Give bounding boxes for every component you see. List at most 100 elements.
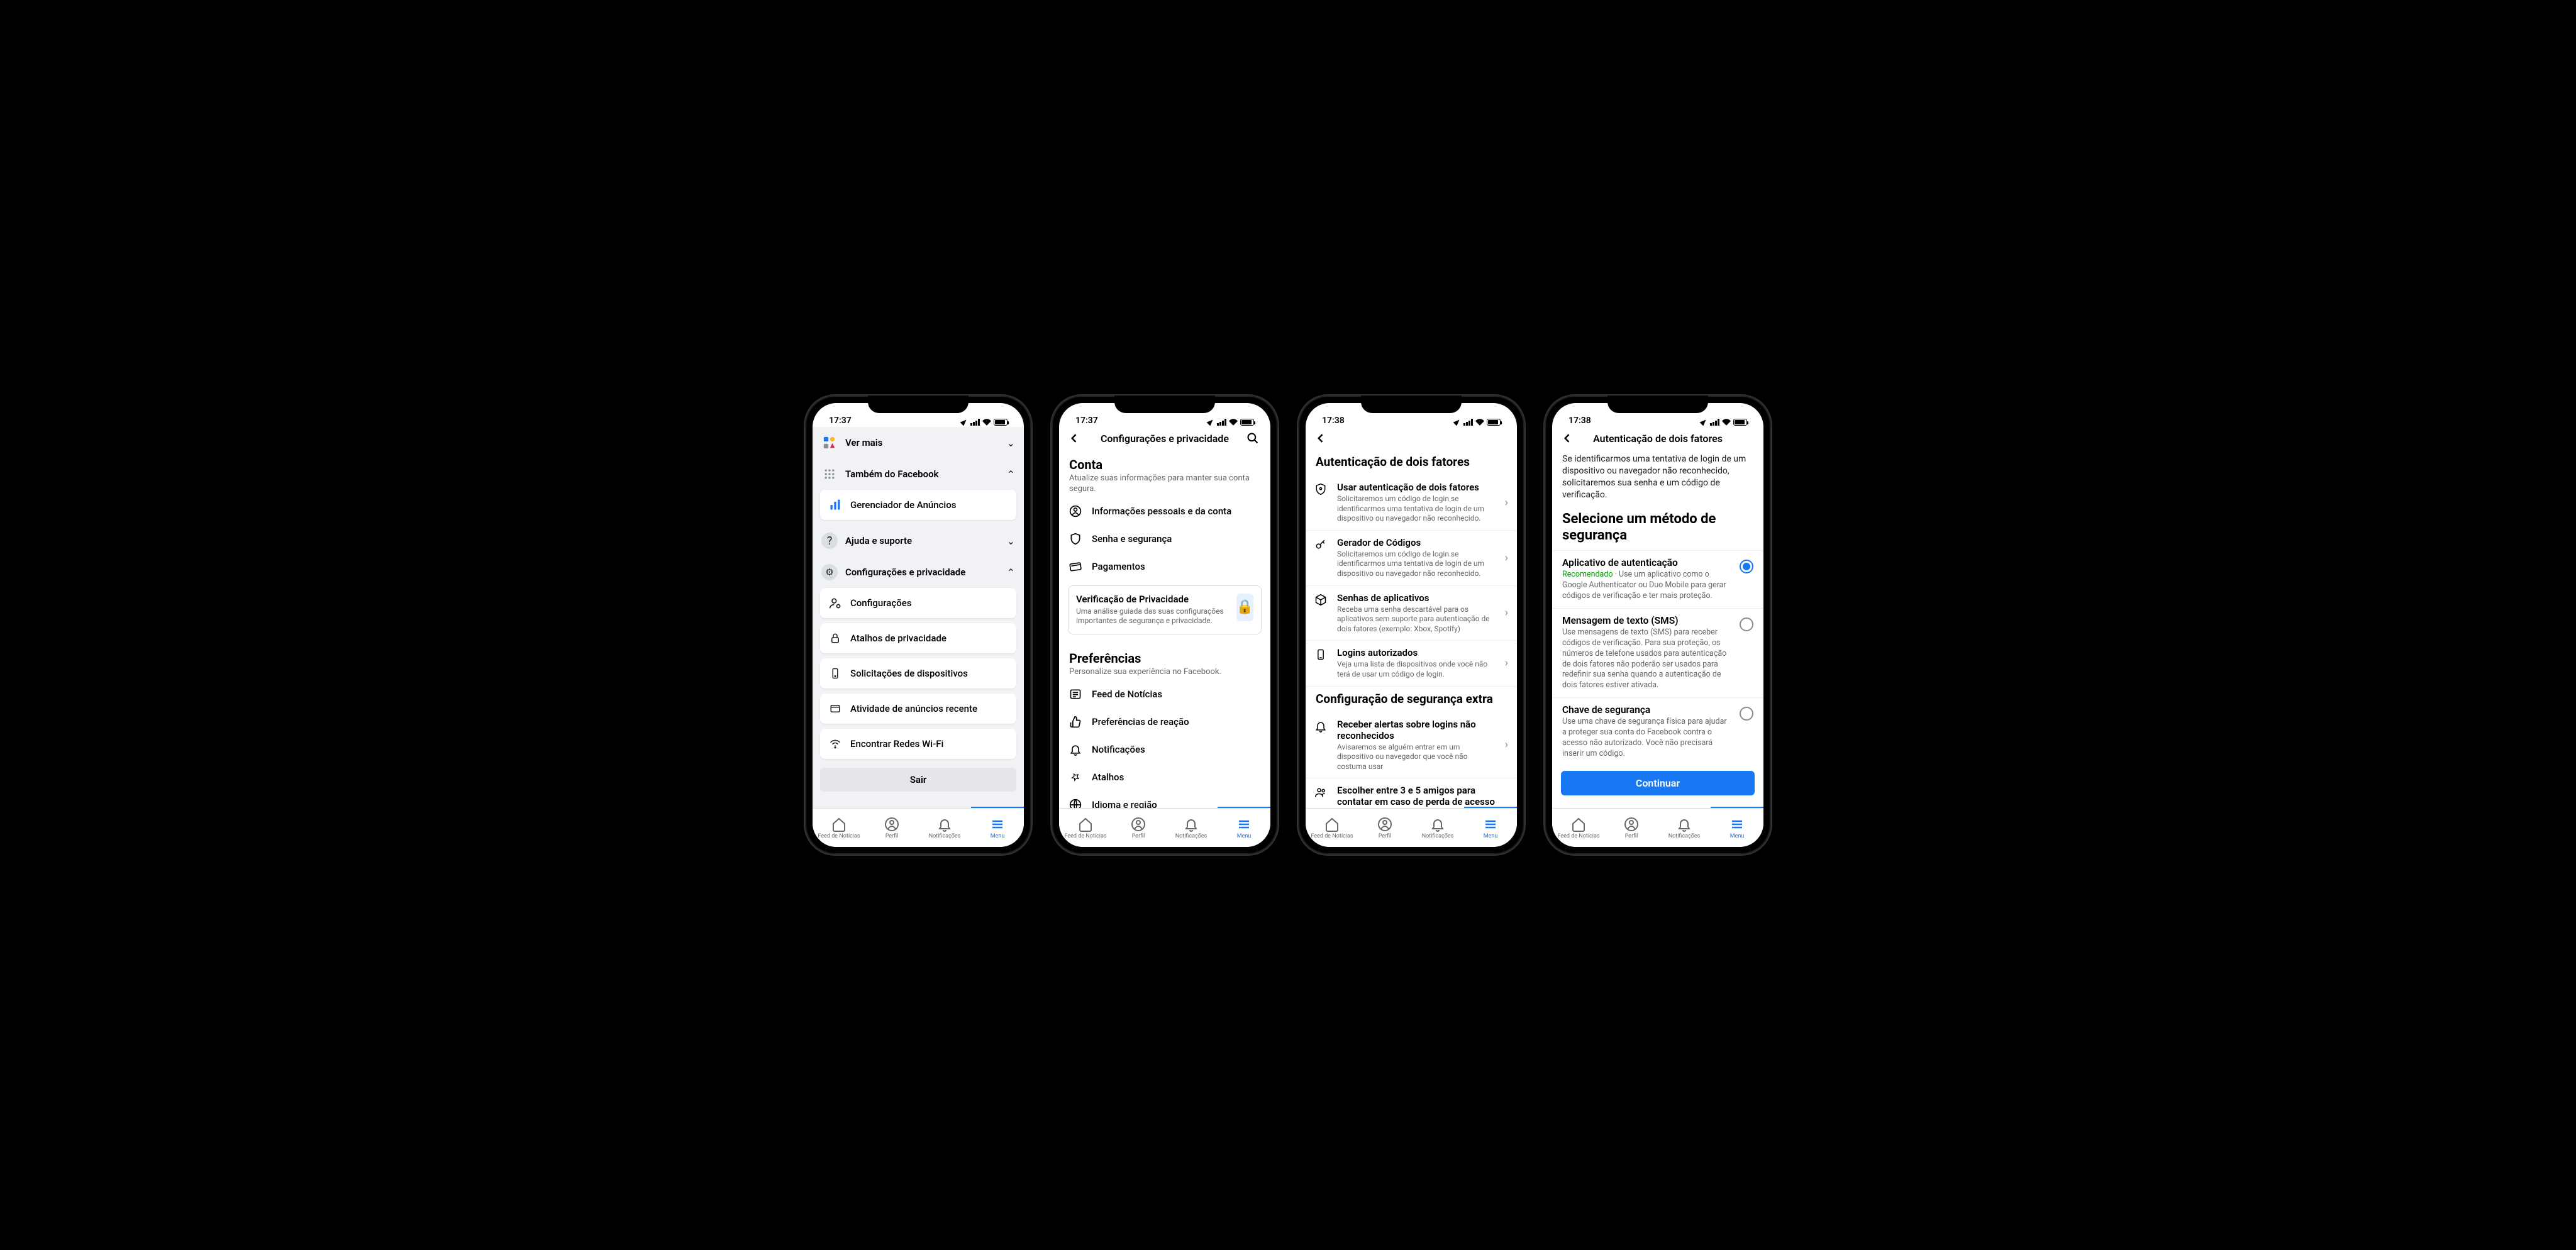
row-authorized-logins[interactable]: Logins autorizadosVeja uma lista de disp… (1306, 641, 1517, 686)
tab-label: Menu (1237, 833, 1252, 839)
continue-button[interactable]: Continuar (1561, 771, 1755, 795)
tab-label: Notificações (1668, 833, 1701, 839)
tab-menu[interactable]: Menu (971, 809, 1024, 847)
tab-label: Menu (991, 833, 1005, 839)
row-use-2fa[interactable]: Usar autenticação de dois fatoresSolicit… (1306, 475, 1517, 531)
tab-notif[interactable]: Notificações (918, 809, 971, 847)
radio-unselected[interactable] (1740, 617, 1753, 631)
tab-bar: Feed de Notícias Perfil Notificações Men… (1552, 808, 1763, 847)
help-icon: ? (821, 533, 838, 549)
status-right (1453, 418, 1501, 426)
tab-menu[interactable]: Menu (1711, 809, 1763, 847)
item-gerenciador[interactable]: Gerenciador de Anúncios (820, 490, 1016, 520)
tab-feed[interactable]: Feed de Notícias (813, 809, 865, 847)
row-title: Receber alertas sobre logins não reconhe… (1337, 719, 1497, 741)
tab-menu[interactable]: Menu (1464, 809, 1517, 847)
apps-icon (821, 434, 838, 451)
active-tab-indicator (1711, 807, 1763, 808)
status-bar: 17:37 (1059, 403, 1270, 427)
row-idioma[interactable]: Idioma e região (1059, 791, 1270, 808)
row-login-alerts[interactable]: Receber alertas sobre logins não reconhe… (1306, 712, 1517, 779)
tab-label: Menu (1730, 833, 1745, 839)
cube-icon (1314, 592, 1330, 606)
option-subtitle: Recomendado · Use um aplicativo como o G… (1562, 570, 1732, 602)
section-heading: Autenticação de dois fatores (1306, 450, 1517, 475)
tab-profile[interactable]: Perfil (865, 809, 918, 847)
nav-title: Autenticação de dois fatores (1582, 433, 1733, 445)
tab-label: Notificações (1175, 833, 1208, 839)
row-code-gen[interactable]: Gerador de CódigosSolicitaremos um códig… (1306, 531, 1517, 586)
item-label: Atalhos de privacidade (850, 633, 947, 644)
tab-notif[interactable]: Notificações (1411, 809, 1464, 847)
tab-feed[interactable]: Feed de Notícias (1059, 809, 1112, 847)
item-solic[interactable]: Solicitações de dispositivos (820, 658, 1016, 689)
promo-title: Verificação de Privacidade (1076, 594, 1230, 605)
nav-bar: Autenticação de dois fatores (1552, 427, 1763, 450)
option-sms[interactable]: Mensagem de texto (SMS) Use mensagens de… (1552, 608, 1763, 697)
row-tambem[interactable]: Também do Facebook ⌃ (813, 458, 1024, 490)
status-bar: 17:38 (1306, 403, 1517, 427)
item-atalhos[interactable]: Atalhos de privacidade (820, 623, 1016, 653)
option-subtitle: Use uma chave de segurança física para a… (1562, 717, 1732, 760)
globe-icon (1069, 799, 1083, 808)
nav-title: Configurações e privacidade (1089, 433, 1240, 445)
chevron-right-icon: › (1505, 496, 1508, 509)
status-bar: 17:37 (813, 403, 1024, 427)
tab-feed[interactable]: Feed de Notícias (1306, 809, 1358, 847)
row-title: Senhas de aplicativos (1337, 592, 1497, 604)
row-title: Usar autenticação de dois fatores (1337, 482, 1497, 493)
row-senha[interactable]: Senha e segurança (1059, 525, 1270, 553)
row-config-priv[interactable]: ⚙ Configurações e privacidade ⌃ (813, 556, 1024, 588)
row-label: Notificações (1092, 744, 1145, 755)
row-reactions[interactable]: Preferências de reação (1059, 708, 1270, 736)
privacy-lock-icon: 🔒 (1236, 594, 1253, 621)
search-button[interactable] (1246, 432, 1262, 445)
row-ajuda[interactable]: ? Ajuda e suporte ⌄ (813, 525, 1024, 556)
people-icon (1314, 785, 1330, 799)
bell-icon (1314, 719, 1330, 733)
profile-icon (1131, 817, 1146, 832)
row-info-pessoais[interactable]: Informações pessoais e da conta (1059, 497, 1270, 525)
radio-selected[interactable] (1740, 560, 1753, 573)
back-button[interactable] (1314, 432, 1330, 445)
chart-icon (828, 497, 843, 512)
item-config[interactable]: Configurações (820, 588, 1016, 618)
row-feed[interactable]: Feed de Notícias (1059, 680, 1270, 708)
home-icon (1571, 817, 1586, 832)
privacy-checkup-card[interactable]: Verificação de Privacidade Uma análise g… (1068, 585, 1262, 634)
card-icon (1069, 560, 1083, 573)
chevron-right-icon: › (1505, 606, 1508, 619)
tab-profile[interactable]: Perfil (1358, 809, 1411, 847)
back-button[interactable] (1561, 432, 1576, 445)
row-pagamentos[interactable]: Pagamentos (1059, 553, 1270, 580)
option-auth-app[interactable]: Aplicativo de autenticação Recomendado ·… (1552, 550, 1763, 608)
tab-feed[interactable]: Feed de Notícias (1552, 809, 1605, 847)
option-security-key[interactable]: Chave de segurança Use uma chave de segu… (1552, 697, 1763, 766)
row-notif[interactable]: Notificações (1059, 736, 1270, 763)
row-label: Ajuda e suporte (845, 535, 999, 546)
tab-menu[interactable]: Menu (1218, 809, 1270, 847)
profile-icon (1377, 817, 1392, 832)
tab-label: Perfil (886, 833, 899, 839)
tab-label: Perfil (1132, 833, 1145, 839)
row-atalhos[interactable]: Atalhos (1059, 763, 1270, 791)
row-ver-mais[interactable]: Ver mais ⌄ (813, 427, 1024, 458)
row-label: Configurações e privacidade (845, 567, 999, 578)
tab-notif[interactable]: Notificações (1165, 809, 1218, 847)
status-time: 17:38 (1322, 416, 1345, 426)
radio-unselected[interactable] (1740, 707, 1753, 721)
tab-profile[interactable]: Perfil (1112, 809, 1165, 847)
chevron-right-icon: › (1505, 551, 1508, 565)
back-button[interactable] (1068, 432, 1083, 445)
item-wifi[interactable]: Encontrar Redes Wi-Fi (820, 729, 1016, 759)
row-trusted-contacts[interactable]: Escolher entre 3 e 5 amigos para contata… (1306, 778, 1517, 808)
home-icon (1324, 817, 1340, 832)
row-app-passwords[interactable]: Senhas de aplicativosReceba uma senha de… (1306, 586, 1517, 641)
tab-notif[interactable]: Notificações (1658, 809, 1711, 847)
tab-profile[interactable]: Perfil (1605, 809, 1658, 847)
bell-icon (1184, 817, 1199, 832)
logout-button[interactable]: Sair (820, 768, 1016, 792)
phone-3: 17:38 Autenticação de dois fatores Usar … (1298, 395, 1524, 855)
item-label: Gerenciador de Anúncios (850, 499, 957, 511)
item-atividade[interactable]: Atividade de anúncios recente (820, 694, 1016, 724)
